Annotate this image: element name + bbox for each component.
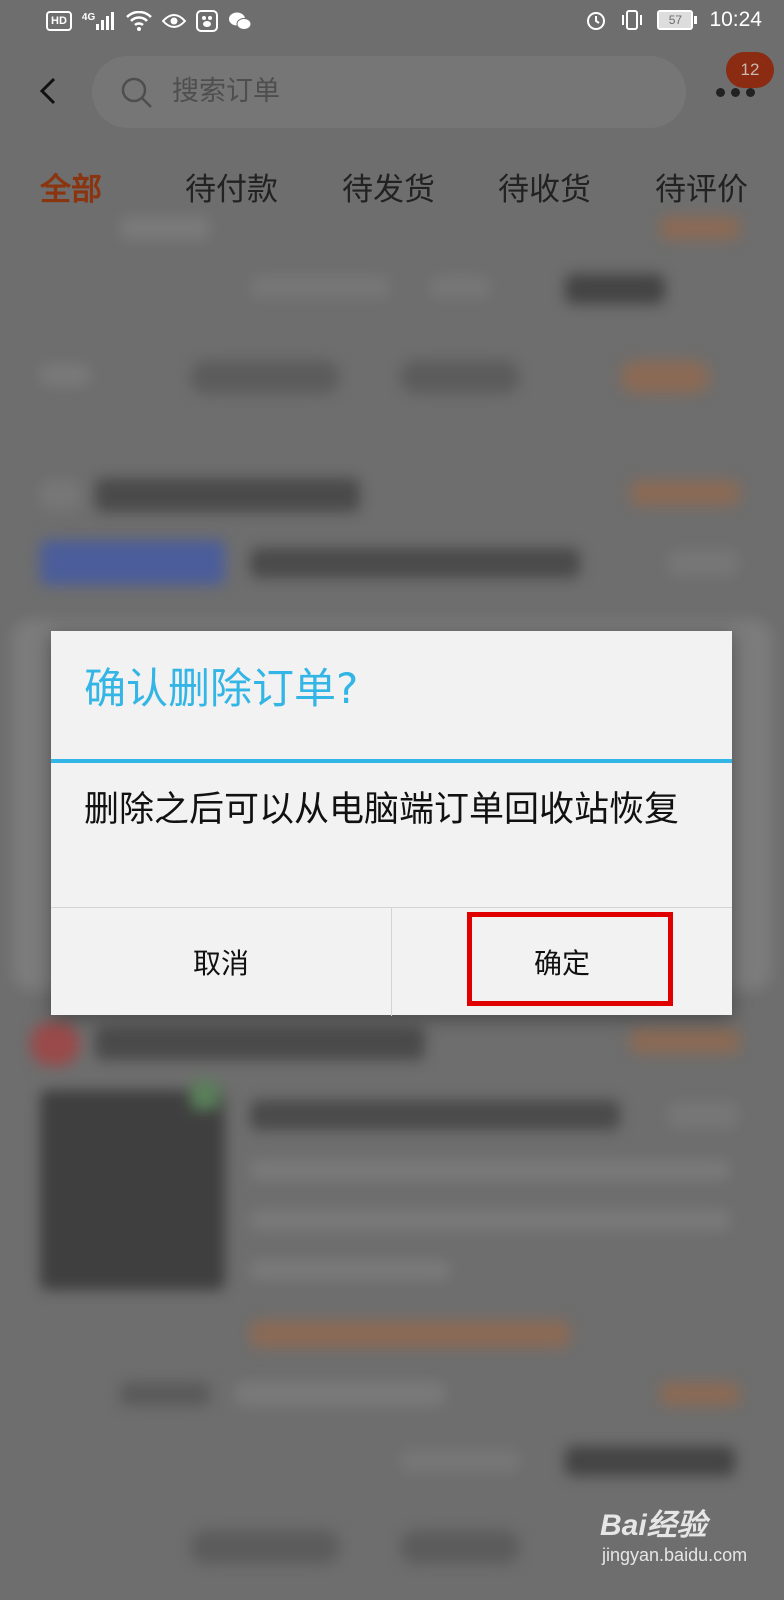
- watermark-url: jingyan.baidu.com: [602, 1545, 748, 1565]
- dialog-message: 删除之后可以从电脑端订单回收站恢复: [84, 790, 680, 830]
- status-bar: HD 4G 57 10:24: [0, 0, 784, 46]
- tab-pending-payment[interactable]: 待付款: [185, 164, 278, 216]
- network-type: 4G: [81, 12, 96, 23]
- tab-all[interactable]: 全部: [40, 164, 102, 216]
- dialog-divider: [51, 759, 732, 763]
- vibrate-icon: [622, 10, 643, 30]
- baidu-paw-icon: [196, 10, 219, 32]
- tab-pending-review[interactable]: 待评价: [655, 164, 748, 216]
- back-arrow-icon[interactable]: [36, 76, 64, 106]
- alarm-icon: [587, 12, 606, 30]
- battery-icon: 57: [657, 10, 698, 30]
- cancel-button-label: 取消: [192, 947, 249, 980]
- tab-pending-shipment[interactable]: 待发货: [342, 164, 435, 216]
- wifi-icon: [126, 11, 153, 31]
- search-icon: [121, 77, 152, 108]
- battery-level: 57: [657, 10, 694, 30]
- baidu-jingyan-watermark: Bai经验 jingyan.baidu.com: [600, 1508, 747, 1566]
- watermark-logo: Bai经验: [600, 1509, 707, 1542]
- eye-icon: [162, 14, 187, 28]
- status-left: HD 4G: [46, 10, 252, 32]
- confirm-highlight-box: [467, 912, 673, 1006]
- order-tabs: 全部 待付款 待发货 待收货 待评价: [0, 164, 784, 216]
- tab-pending-receipt[interactable]: 待收货: [498, 164, 591, 216]
- search-bar[interactable]: 搜索订单: [92, 56, 686, 128]
- hd-badge: HD: [46, 11, 72, 31]
- search-placeholder: 搜索订单: [172, 76, 280, 107]
- clock: 10:24: [709, 8, 762, 31]
- dialog-title: 确认删除订单?: [84, 664, 359, 713]
- cancel-button[interactable]: 取消: [51, 908, 391, 1016]
- signal-icon: 4G: [82, 12, 116, 30]
- notification-badge: 12: [726, 52, 774, 88]
- more-menu-icon[interactable]: [716, 88, 755, 97]
- wechat-icon: [229, 12, 252, 30]
- status-right: 57 10:24: [585, 8, 762, 32]
